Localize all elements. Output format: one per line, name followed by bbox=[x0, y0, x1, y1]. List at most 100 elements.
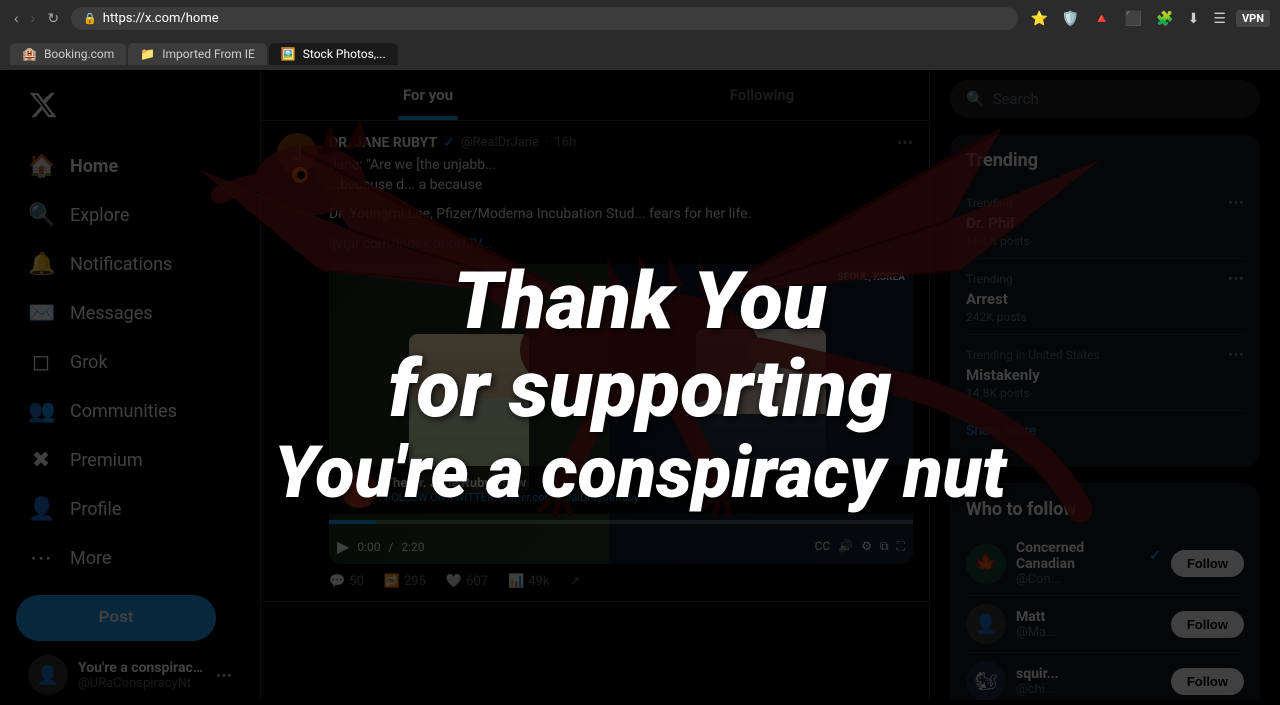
trending-keyword-0: Dr. Phil bbox=[966, 214, 1244, 232]
video-current-time: 0:00 bbox=[357, 540, 380, 554]
follow-item-1: 👤 Matt @Ma... Follow bbox=[966, 596, 1244, 653]
follow-button-0[interactable]: Follow bbox=[1171, 550, 1244, 577]
trending-context-1: Trending bbox=[966, 272, 1013, 286]
reply-count: 50 bbox=[349, 574, 364, 589]
trending-item-1[interactable]: Trending ••• Arrest 242K posts bbox=[966, 259, 1244, 335]
sidebar-item-explore[interactable]: 🔍 Explore bbox=[16, 193, 244, 238]
url-text: https://x.com/home bbox=[103, 11, 219, 26]
trending-item-0[interactable]: Trending ••• Dr. Phil 16.6K posts bbox=[966, 183, 1244, 259]
follow-info-0: Concerned Canadian ✓ @Con... bbox=[1016, 540, 1161, 587]
explore-label: Explore bbox=[70, 205, 129, 226]
settings-icon[interactable]: ⚙ bbox=[861, 539, 872, 554]
x-logo[interactable] bbox=[16, 80, 244, 134]
address-bar[interactable]: 🔒 https://x.com/home bbox=[71, 7, 1018, 30]
play-button[interactable]: ▶ bbox=[337, 537, 349, 556]
sidebar-item-grok[interactable]: ◻ Grok bbox=[16, 340, 244, 385]
pip-icon[interactable]: ⧉ bbox=[880, 539, 889, 554]
brave-rewards-icon[interactable]: 🔺 bbox=[1089, 8, 1114, 29]
share-action[interactable]: ↗ bbox=[569, 574, 580, 589]
show-title: The Dr. Jane Ruby Show bbox=[385, 476, 639, 491]
tweet-card: J DR. JANE RUBYT ✓ @RealDrJane · 16h •••… bbox=[261, 121, 929, 602]
video-progress-fill bbox=[329, 520, 376, 524]
more-label: More bbox=[70, 548, 111, 569]
reply-action[interactable]: 💬 50 bbox=[329, 574, 364, 589]
downloads-icon[interactable]: ⬇ bbox=[1184, 8, 1204, 29]
sidebar-item-home[interactable]: 🏠 Home bbox=[16, 144, 244, 189]
share-icon: ↗ bbox=[569, 574, 580, 589]
tweet-more-button[interactable]: ••• bbox=[897, 133, 913, 152]
browser-actions: ⭐ 🛡️ 🔺 ⬛ 🧩 ⬇ ☰ VPN bbox=[1026, 8, 1270, 29]
trending-more-1[interactable]: ••• bbox=[1228, 269, 1244, 288]
avatar: 👤 bbox=[28, 655, 68, 695]
trending-item-2[interactable]: Trending in United States ••• Mistakenly… bbox=[966, 335, 1244, 411]
tab-booking[interactable]: 🏨 Booking.com bbox=[10, 43, 126, 65]
search-bar[interactable]: 🔍 Search bbox=[950, 80, 1260, 118]
back-button[interactable]: ‹ bbox=[10, 8, 23, 28]
sidebar-item-more[interactable]: ⋯ More bbox=[16, 536, 244, 581]
right-sidebar: 🔍 Search Trending Trending ••• Dr. Phil … bbox=[930, 70, 1280, 700]
user-display-name: You're a conspiracy n bbox=[78, 660, 206, 676]
bookmark-button[interactable]: ⭐ bbox=[1026, 8, 1051, 29]
sidebar-item-premium[interactable]: ✖ Premium bbox=[16, 438, 244, 483]
browser-toolbar: ‹ › ↻ 🔒 https://x.com/home ⭐ 🛡️ 🔺 ⬛ 🧩 ⬇ … bbox=[0, 0, 1280, 36]
show-handle: FOLLOW ON TWITTER: twitter.com/RealDrJan… bbox=[385, 491, 639, 504]
user-handle: @URaConspiracyNt bbox=[78, 676, 206, 691]
cast-icon[interactable]: ⬛ bbox=[1121, 8, 1146, 29]
center-feed: For you Following J DR. JANE RUBYT ✓ @Re… bbox=[260, 70, 930, 700]
trending-more-0[interactable]: ••• bbox=[1228, 193, 1244, 212]
extensions-icon[interactable]: 🧩 bbox=[1152, 8, 1177, 29]
tweet-video[interactable]: SEOUL, KOREA ▶ 0:00 bbox=[329, 264, 913, 564]
tweet-link[interactable]: ijvtpr.com/index.php/IJV... bbox=[329, 235, 913, 255]
trending-posts-1: 242K posts bbox=[966, 310, 1244, 324]
like-action[interactable]: 🤍 607 bbox=[446, 574, 488, 589]
tweet-body: Dr. Youngmi Lee, Pfizer/Moderna Incubati… bbox=[329, 205, 913, 225]
communities-icon: 👥 bbox=[28, 399, 54, 424]
sidebar-item-communities[interactable]: 👥 Communities bbox=[16, 389, 244, 434]
sidebar-item-messages[interactable]: ✉️ Messages bbox=[16, 291, 244, 336]
follow-button-2[interactable]: Follow bbox=[1171, 668, 1244, 695]
retweet-action[interactable]: 🔁 295 bbox=[384, 574, 426, 589]
tweet-header: DR. JANE RUBYT ✓ @RealDrJane · 16h ••• bbox=[329, 133, 913, 152]
x-logo-svg bbox=[28, 90, 58, 120]
subtitles-icon[interactable]: CC bbox=[815, 539, 831, 554]
reload-button[interactable]: ↻ bbox=[43, 8, 63, 29]
tweet-time: · bbox=[545, 135, 548, 150]
user-profile[interactable]: 👤 You're a conspiracy n @URaConspiracyNt… bbox=[16, 645, 244, 705]
tweet-author-name: DR. JANE RUBYT bbox=[329, 135, 437, 151]
retweet-count: 295 bbox=[404, 574, 426, 589]
stock-favicon: 🖼️ bbox=[281, 47, 296, 61]
tab-stock[interactable]: 🖼️ Stock Photos,... bbox=[269, 43, 398, 65]
user-more-icon: ••• bbox=[216, 666, 232, 685]
user-info: You're a conspiracy n @URaConspiracyNt bbox=[78, 660, 206, 691]
tweet-avatar: J bbox=[277, 133, 317, 173]
tab-imported[interactable]: 📁 Imported From IE bbox=[128, 43, 267, 65]
menu-icon[interactable]: ☰ bbox=[1209, 8, 1230, 29]
browser-chrome: ‹ › ↻ 🔒 https://x.com/home ⭐ 🛡️ 🔺 ⬛ 🧩 ⬇ … bbox=[0, 0, 1280, 70]
video-progress-bar bbox=[329, 520, 913, 524]
profile-icon: 👤 bbox=[28, 497, 54, 522]
forward-button[interactable]: › bbox=[27, 8, 40, 28]
show-info: The Dr. Jane Ruby Show FOLLOW ON TWITTER… bbox=[385, 476, 639, 504]
premium-icon: ✖ bbox=[28, 448, 54, 473]
sidebar-item-notifications[interactable]: 🔔 Notifications bbox=[16, 242, 244, 287]
tab-following[interactable]: Following bbox=[595, 70, 929, 120]
video-controls: ▶ 0:00 / 2:20 CC 🔊 ⚙ ⧉ ⛶ bbox=[337, 537, 905, 556]
like-icon: 🤍 bbox=[446, 574, 462, 589]
trending-show-more[interactable]: Show more bbox=[966, 411, 1244, 451]
trending-context-0: Trending bbox=[966, 196, 1013, 210]
tab-for-you[interactable]: For you bbox=[261, 70, 595, 120]
imported-favicon: 📁 bbox=[140, 47, 155, 61]
views-count: 49k bbox=[528, 574, 549, 589]
shield-icon[interactable]: 🛡️ bbox=[1058, 8, 1083, 29]
post-button[interactable]: Post bbox=[16, 595, 216, 641]
vpn-badge: VPN bbox=[1236, 10, 1270, 27]
views-action[interactable]: 📊 49k bbox=[508, 574, 549, 589]
follow-button-1[interactable]: Follow bbox=[1171, 611, 1244, 638]
trending-more-2[interactable]: ••• bbox=[1228, 345, 1244, 364]
trending-keyword-1: Arrest bbox=[966, 290, 1244, 308]
volume-icon[interactable]: 🔊 bbox=[838, 539, 853, 554]
sidebar-item-profile[interactable]: 👤 Profile bbox=[16, 487, 244, 532]
trending-posts-2: 14.8K posts bbox=[966, 386, 1244, 400]
video-total-time: 2:20 bbox=[401, 540, 424, 554]
fullscreen-icon[interactable]: ⛶ bbox=[897, 539, 905, 554]
